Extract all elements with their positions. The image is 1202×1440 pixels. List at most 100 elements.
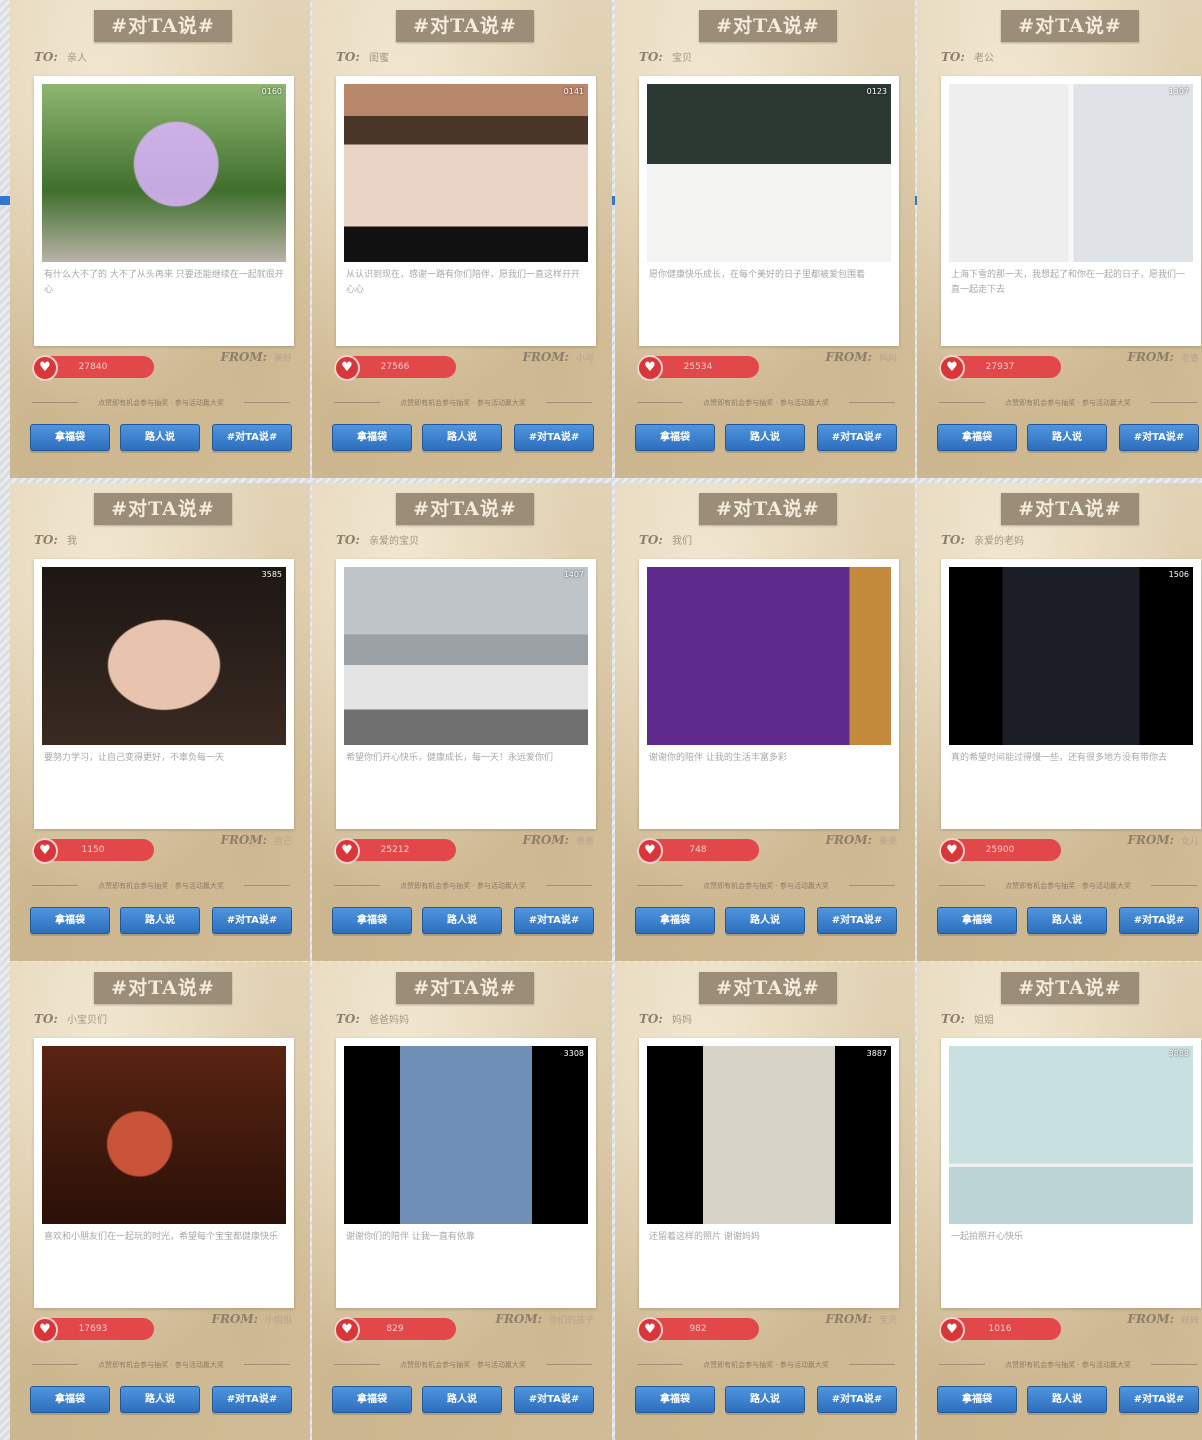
say-to-ta-button[interactable]: #对TA说# bbox=[514, 1386, 594, 1413]
passerby-says-button[interactable]: 路人说 bbox=[120, 424, 200, 451]
heart-icon[interactable]: ♥ bbox=[334, 1317, 360, 1343]
heart-icon[interactable]: ♥ bbox=[939, 838, 965, 864]
photo-image bbox=[344, 84, 588, 262]
say-to-ta-button[interactable]: #对TA说# bbox=[212, 424, 292, 451]
from-label: FROM: bbox=[220, 833, 268, 847]
get-lucky-bag-button[interactable]: 拿福袋 bbox=[635, 424, 715, 451]
passerby-says-button[interactable]: 路人说 bbox=[422, 424, 502, 451]
message-card[interactable]: 1506 真的希望时间能过得慢一些，还有很多地方没有带你去 bbox=[941, 559, 1201, 829]
photo[interactable]: 3888 bbox=[949, 1046, 1193, 1224]
get-lucky-bag-button[interactable]: 拿福袋 bbox=[30, 1386, 110, 1413]
say-to-ta-button[interactable]: #对TA说# bbox=[514, 907, 594, 934]
get-lucky-bag-button[interactable]: 拿福袋 bbox=[937, 424, 1017, 451]
get-lucky-bag-button[interactable]: 拿福袋 bbox=[30, 907, 110, 934]
passerby-says-button[interactable]: 路人说 bbox=[725, 907, 805, 934]
message-card[interactable]: 3308 谢谢你们的陪伴 让我一直有依靠 bbox=[336, 1038, 596, 1308]
hashtag-banner: #对TA说# bbox=[699, 972, 837, 1004]
say-to-ta-button[interactable]: #对TA说# bbox=[212, 1386, 292, 1413]
photo-counter: 0160 bbox=[261, 87, 282, 96]
passerby-says-button[interactable]: 路人说 bbox=[120, 1386, 200, 1413]
divider-caption: 点赞即有机会参与抽奖 · 参与活动赢大奖 bbox=[1005, 882, 1131, 890]
get-lucky-bag-button[interactable]: 拿福袋 bbox=[635, 907, 715, 934]
heart-icon[interactable]: ♥ bbox=[334, 838, 360, 864]
message-card[interactable]: 谢谢你的陪伴 让我的生活丰富多彩 bbox=[639, 559, 899, 829]
hashtag-banner: #对TA说# bbox=[699, 493, 837, 525]
say-to-ta-button[interactable]: #对TA说# bbox=[1119, 424, 1199, 451]
heart-icon[interactable]: ♥ bbox=[637, 355, 663, 381]
message-card[interactable]: 1407 希望你们开心快乐，健康成长，每一天！永远爱你们 bbox=[336, 559, 596, 829]
to-row: TO: 亲人 bbox=[34, 49, 87, 64]
get-lucky-bag-button[interactable]: 拿福袋 bbox=[937, 907, 1017, 934]
heart-icon[interactable]: ♥ bbox=[32, 355, 58, 381]
passerby-says-button[interactable]: 路人说 bbox=[422, 907, 502, 934]
heart-icon[interactable]: ♥ bbox=[939, 1317, 965, 1343]
divider-line bbox=[32, 1364, 78, 1365]
heart-icon[interactable]: ♥ bbox=[32, 1317, 58, 1343]
to-recipient: 闺蜜 bbox=[369, 53, 389, 64]
say-to-ta-button[interactable]: #对TA说# bbox=[817, 1386, 897, 1413]
photo[interactable]: 1407 bbox=[344, 567, 588, 745]
photo[interactable]: 3585 bbox=[42, 567, 286, 745]
divider-line bbox=[32, 885, 78, 886]
say-to-ta-button[interactable]: #对TA说# bbox=[817, 424, 897, 451]
to-row: TO: 我们 bbox=[639, 532, 692, 547]
to-row: TO: 妈妈 bbox=[639, 1011, 692, 1026]
message-card[interactable]: 0123 愿你健康快乐成长，在每个美好的日子里都被爱包围着 bbox=[639, 76, 899, 346]
photo[interactable]: 0123 bbox=[647, 84, 891, 262]
passerby-says-button[interactable]: 路人说 bbox=[120, 907, 200, 934]
passerby-says-button[interactable]: 路人说 bbox=[1027, 424, 1107, 451]
heart-icon[interactable]: ♥ bbox=[637, 838, 663, 864]
photo-counter: 1506 bbox=[1168, 570, 1189, 579]
say-to-ta-button[interactable]: #对TA说# bbox=[817, 907, 897, 934]
photo[interactable]: 0160 bbox=[42, 84, 286, 262]
heart-icon[interactable]: ♥ bbox=[637, 1317, 663, 1343]
divider-line bbox=[334, 1364, 380, 1365]
divider-caption: 点赞即有机会参与抽奖 · 参与活动赢大奖 bbox=[98, 1361, 224, 1369]
say-to-ta-button[interactable]: #对TA说# bbox=[1119, 1386, 1199, 1413]
from-row: FROM: 美好 bbox=[220, 350, 292, 364]
get-lucky-bag-button[interactable]: 拿福袋 bbox=[332, 907, 412, 934]
message-card[interactable]: 0160 有什么大不了的 大不了从头再来 只要还能继续在一起就很开心 bbox=[34, 76, 294, 346]
get-lucky-bag-button[interactable]: 拿福袋 bbox=[937, 1386, 1017, 1413]
passerby-says-button[interactable]: 路人说 bbox=[1027, 907, 1107, 934]
heart-icon[interactable]: ♥ bbox=[334, 355, 360, 381]
say-to-ta-button[interactable]: #对TA说# bbox=[1119, 907, 1199, 934]
photo-counter: 3887 bbox=[866, 1049, 887, 1058]
heart-icon[interactable]: ♥ bbox=[32, 838, 58, 864]
passerby-says-button[interactable]: 路人说 bbox=[725, 424, 805, 451]
photo[interactable]: 0141 bbox=[344, 84, 588, 262]
photo[interactable]: 3308 bbox=[344, 1046, 588, 1224]
to-row: TO: 闺蜜 bbox=[336, 49, 389, 64]
to-label: TO: bbox=[336, 50, 360, 64]
passerby-says-button[interactable]: 路人说 bbox=[725, 1386, 805, 1413]
message-card[interactable]: 1307 上海下雪的那一天，我想起了和你在一起的日子，愿我们一直一起走下去 bbox=[941, 76, 1201, 346]
divider: 点赞即有机会参与抽奖 · 参与活动赢大奖 bbox=[334, 398, 592, 408]
get-lucky-bag-button[interactable]: 拿福袋 bbox=[332, 424, 412, 451]
get-lucky-bag-button[interactable]: 拿福袋 bbox=[332, 1386, 412, 1413]
say-to-ta-button[interactable]: #对TA说# bbox=[514, 424, 594, 451]
photo[interactable]: 1307 bbox=[949, 84, 1193, 262]
passerby-says-button[interactable]: 路人说 bbox=[1027, 1386, 1107, 1413]
divider-line bbox=[546, 885, 592, 886]
from-row: FROM: 小姐姐 bbox=[211, 1312, 292, 1326]
like-count: 25900 bbox=[985, 845, 1015, 855]
message-card[interactable]: 3887 还留着这样的照片 谢谢妈妈 bbox=[639, 1038, 899, 1308]
photo[interactable] bbox=[647, 567, 891, 745]
get-lucky-bag-button[interactable]: 拿福袋 bbox=[30, 424, 110, 451]
divider-line bbox=[1151, 885, 1197, 886]
message-card[interactable]: 喜欢和小朋友们在一起玩的时光，希望每个宝宝都健康快乐 bbox=[34, 1038, 294, 1308]
photo[interactable]: 3887 bbox=[647, 1046, 891, 1224]
message-card[interactable]: 3888 一起拍照开心快乐 bbox=[941, 1038, 1201, 1308]
message-card[interactable]: 0141 从认识到现在，感谢一路有你们陪伴，愿我们一直这样开开心心 bbox=[336, 76, 596, 346]
heart-icon[interactable]: ♥ bbox=[939, 355, 965, 381]
photo-image bbox=[949, 567, 1193, 745]
photo-image bbox=[949, 84, 1193, 262]
passerby-says-button[interactable]: 路人说 bbox=[422, 1386, 502, 1413]
divider: 点赞即有机会参与抽奖 · 参与活动赢大奖 bbox=[334, 1360, 592, 1370]
get-lucky-bag-button[interactable]: 拿福袋 bbox=[635, 1386, 715, 1413]
from-sender: 小姐姐 bbox=[264, 1316, 292, 1326]
photo[interactable] bbox=[42, 1046, 286, 1224]
message-card[interactable]: 3585 要努力学习，让自己变得更好，不辜负每一天 bbox=[34, 559, 294, 829]
say-to-ta-button[interactable]: #对TA说# bbox=[212, 907, 292, 934]
photo[interactable]: 1506 bbox=[949, 567, 1193, 745]
